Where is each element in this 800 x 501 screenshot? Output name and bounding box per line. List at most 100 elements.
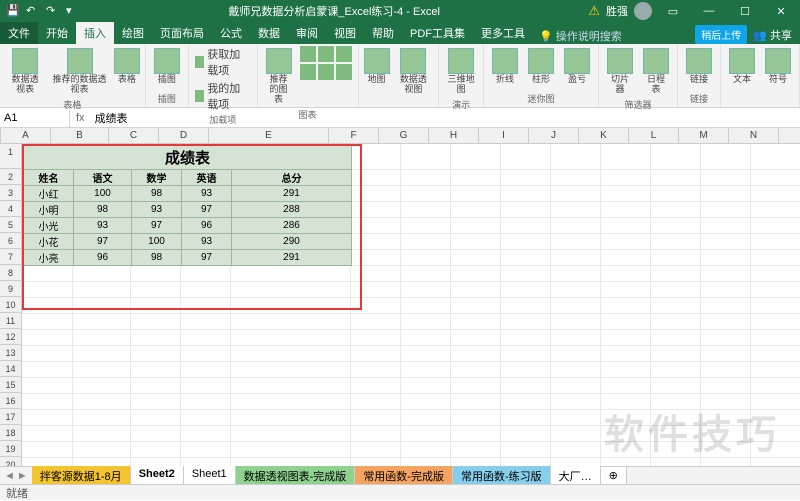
data-table[interactable]: 成绩表姓名语文数学英语总分小红1009893291小明989397288小光93…	[23, 145, 352, 266]
undo-icon[interactable]: ↶	[26, 4, 40, 18]
row-header[interactable]: 17	[0, 409, 22, 425]
ribbon-options-icon[interactable]: ▭	[658, 0, 688, 22]
status-ready: 就绪	[6, 485, 28, 501]
formula-input[interactable]: 成绩表	[91, 110, 800, 126]
col-header[interactable]: O	[779, 128, 800, 143]
row-header[interactable]: 10	[0, 297, 22, 313]
col-header[interactable]: E	[209, 128, 329, 143]
tab-数据[interactable]: 数据	[250, 22, 288, 44]
col-header[interactable]: C	[109, 128, 159, 143]
tab-页面布局[interactable]: 页面布局	[152, 22, 212, 44]
col-header[interactable]: A	[1, 128, 51, 143]
tab-开始[interactable]: 开始	[38, 22, 76, 44]
row-header[interactable]: 3	[0, 185, 22, 201]
ribbon-折线[interactable]: 折线	[490, 46, 520, 87]
upload-button[interactable]: 稍后上传	[695, 25, 747, 44]
col-header[interactable]: K	[579, 128, 629, 143]
close-button[interactable]: ✕	[766, 0, 796, 22]
col-header[interactable]: I	[479, 128, 529, 143]
sheet-tab[interactable]: Sheet1	[184, 466, 236, 486]
ribbon-文本[interactable]: 文本	[727, 46, 757, 87]
ribbon-插图[interactable]: 插图	[152, 46, 182, 87]
row-header[interactable]: 8	[0, 265, 22, 281]
sheet-tab[interactable]: Sheet2	[131, 466, 184, 486]
ribbon-盈亏[interactable]: 盈亏	[562, 46, 592, 87]
chart-type-icon[interactable]	[336, 64, 352, 80]
share-button[interactable]: 👥 共享	[753, 27, 792, 43]
col-header[interactable]: H	[429, 128, 479, 143]
ribbon-表格[interactable]: 表格	[115, 46, 139, 87]
ribbon-符号[interactable]: 符号	[763, 46, 793, 87]
ribbon-柱形[interactable]: 柱形	[526, 46, 556, 87]
avatar[interactable]	[634, 2, 652, 20]
row-header[interactable]: 12	[0, 329, 22, 345]
ribbon-数据透视表[interactable]: 数据透视表	[6, 46, 44, 97]
tab-插入[interactable]: 插入	[76, 22, 114, 44]
col-header[interactable]: J	[529, 128, 579, 143]
row-header[interactable]: 11	[0, 313, 22, 329]
tab-审阅[interactable]: 审阅	[288, 22, 326, 44]
col-header[interactable]: M	[679, 128, 729, 143]
row-header[interactable]: 18	[0, 425, 22, 441]
ribbon-日程表[interactable]: 日程表	[641, 46, 671, 97]
sheet-tab[interactable]: 常用函数-练习版	[453, 466, 551, 486]
col-header[interactable]: B	[51, 128, 109, 143]
row-header[interactable]: 19	[0, 441, 22, 457]
sheet-tab[interactable]: 拌客源数据1-8月	[32, 466, 131, 486]
add-sheet-button[interactable]: ⊕	[601, 467, 627, 484]
tab-file[interactable]: 文件	[0, 22, 38, 44]
sheet-tab[interactable]: 大厂…	[551, 466, 601, 486]
lightbulb-icon: 💡	[539, 30, 553, 43]
row-header[interactable]: 9	[0, 281, 22, 297]
ribbon-地图[interactable]: 地图	[365, 46, 389, 87]
ribbon-推荐的数据透视表[interactable]: 推荐的数据透视表	[50, 46, 109, 97]
col-header[interactable]: F	[329, 128, 379, 143]
row-header[interactable]: 4	[0, 201, 22, 217]
tab-PDF工具集[interactable]: PDF工具集	[402, 22, 473, 44]
fx-icon[interactable]: fx	[70, 112, 91, 124]
chart-type-icon[interactable]	[300, 64, 316, 80]
minimize-button[interactable]: —	[694, 0, 724, 22]
name-box[interactable]: A1	[0, 108, 70, 127]
ribbon-推荐的图表[interactable]: 推荐的图表	[264, 46, 294, 107]
row-header[interactable]: 2	[0, 169, 22, 185]
row-header[interactable]: 16	[0, 393, 22, 409]
user-name[interactable]: 胜强	[606, 3, 628, 19]
chart-type-icon[interactable]	[318, 64, 334, 80]
ribbon-我的加载项[interactable]: 我的加载项	[195, 80, 251, 112]
sheet-tab[interactable]: 常用函数-完成版	[355, 466, 453, 486]
ribbon-链接[interactable]: 链接	[684, 46, 714, 87]
row-header[interactable]: 1	[0, 144, 22, 169]
ribbon-数据透视图[interactable]: 数据透视图	[395, 46, 433, 97]
col-header[interactable]: D	[159, 128, 209, 143]
sheet-tab[interactable]: 数据透视图表-完成版	[236, 466, 356, 486]
row-header[interactable]: 15	[0, 377, 22, 393]
tab-帮助[interactable]: 帮助	[364, 22, 402, 44]
chart-type-icon[interactable]	[300, 46, 316, 62]
tab-绘图[interactable]: 绘图	[114, 22, 152, 44]
warning-icon[interactable]: ⚠	[588, 3, 600, 19]
row-header[interactable]: 6	[0, 233, 22, 249]
tab-公式[interactable]: 公式	[212, 22, 250, 44]
tab-更多工具[interactable]: 更多工具	[473, 22, 533, 44]
row-header[interactable]: 7	[0, 249, 22, 265]
tell-me[interactable]: 💡操作说明搜索	[539, 28, 622, 44]
row-headers: 1234567891011121314151617181920212223242…	[0, 144, 22, 478]
sheet-nav[interactable]: ◄►	[0, 470, 32, 482]
ribbon-获取加载项[interactable]: 获取加载项	[195, 46, 251, 78]
ribbon-切片器[interactable]: 切片器	[605, 46, 635, 97]
col-header[interactable]: N	[729, 128, 779, 143]
chart-type-icon[interactable]	[336, 46, 352, 62]
row-header[interactable]: 14	[0, 361, 22, 377]
redo-icon[interactable]: ↷	[46, 4, 60, 18]
row-header[interactable]: 5	[0, 217, 22, 233]
chart-type-icon[interactable]	[318, 46, 334, 62]
qat-more-icon[interactable]: ▾	[66, 4, 80, 18]
autosave-icon[interactable]: 💾	[6, 4, 20, 18]
col-header[interactable]: L	[629, 128, 679, 143]
row-header[interactable]: 13	[0, 345, 22, 361]
col-header[interactable]: G	[379, 128, 429, 143]
tab-视图[interactable]: 视图	[326, 22, 364, 44]
ribbon-三维地图[interactable]: 三维地图	[445, 46, 477, 97]
maximize-button[interactable]: ☐	[730, 0, 760, 22]
